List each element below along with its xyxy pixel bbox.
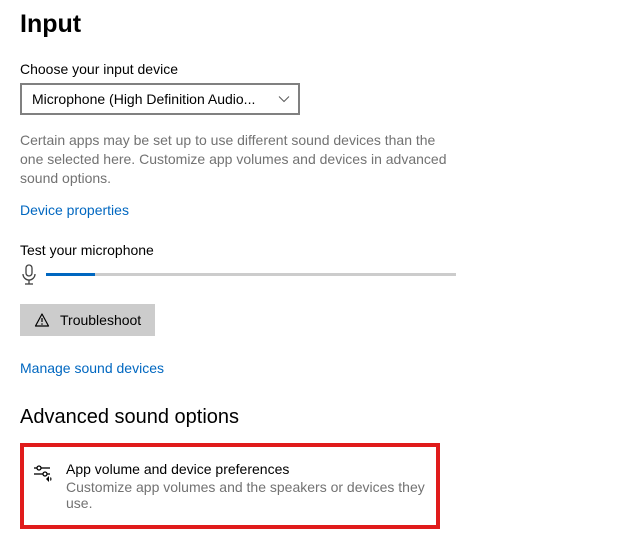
microphone-icon bbox=[20, 264, 38, 286]
manage-sound-devices-link[interactable]: Manage sound devices bbox=[20, 360, 164, 376]
advanced-sound-options-heading: Advanced sound options bbox=[20, 406, 606, 429]
troubleshoot-button[interactable]: Troubleshoot bbox=[20, 304, 155, 336]
app-volume-preferences-subtitle: Customize app volumes and the speakers o… bbox=[66, 479, 428, 511]
chevron-down-icon bbox=[278, 93, 290, 105]
choose-input-device-label: Choose your input device bbox=[20, 61, 606, 77]
test-microphone-label: Test your microphone bbox=[20, 242, 606, 258]
input-device-selected-value: Microphone (High Definition Audio... bbox=[32, 91, 255, 107]
warning-icon bbox=[34, 312, 50, 328]
sliders-icon bbox=[32, 463, 54, 485]
input-device-select[interactable]: Microphone (High Definition Audio... bbox=[20, 83, 300, 115]
input-helper-text: Certain apps may be set up to use differ… bbox=[20, 131, 460, 188]
device-properties-link[interactable]: Device properties bbox=[20, 202, 129, 218]
app-volume-preferences-highlight: App volume and device preferences Custom… bbox=[20, 443, 440, 529]
app-volume-preferences-row[interactable]: App volume and device preferences Custom… bbox=[32, 461, 428, 511]
troubleshoot-button-label: Troubleshoot bbox=[60, 312, 141, 328]
microphone-level-row bbox=[20, 264, 606, 286]
app-volume-preferences-title: App volume and device preferences bbox=[66, 461, 428, 477]
microphone-level-bar bbox=[46, 273, 456, 276]
input-heading: Input bbox=[20, 10, 606, 39]
